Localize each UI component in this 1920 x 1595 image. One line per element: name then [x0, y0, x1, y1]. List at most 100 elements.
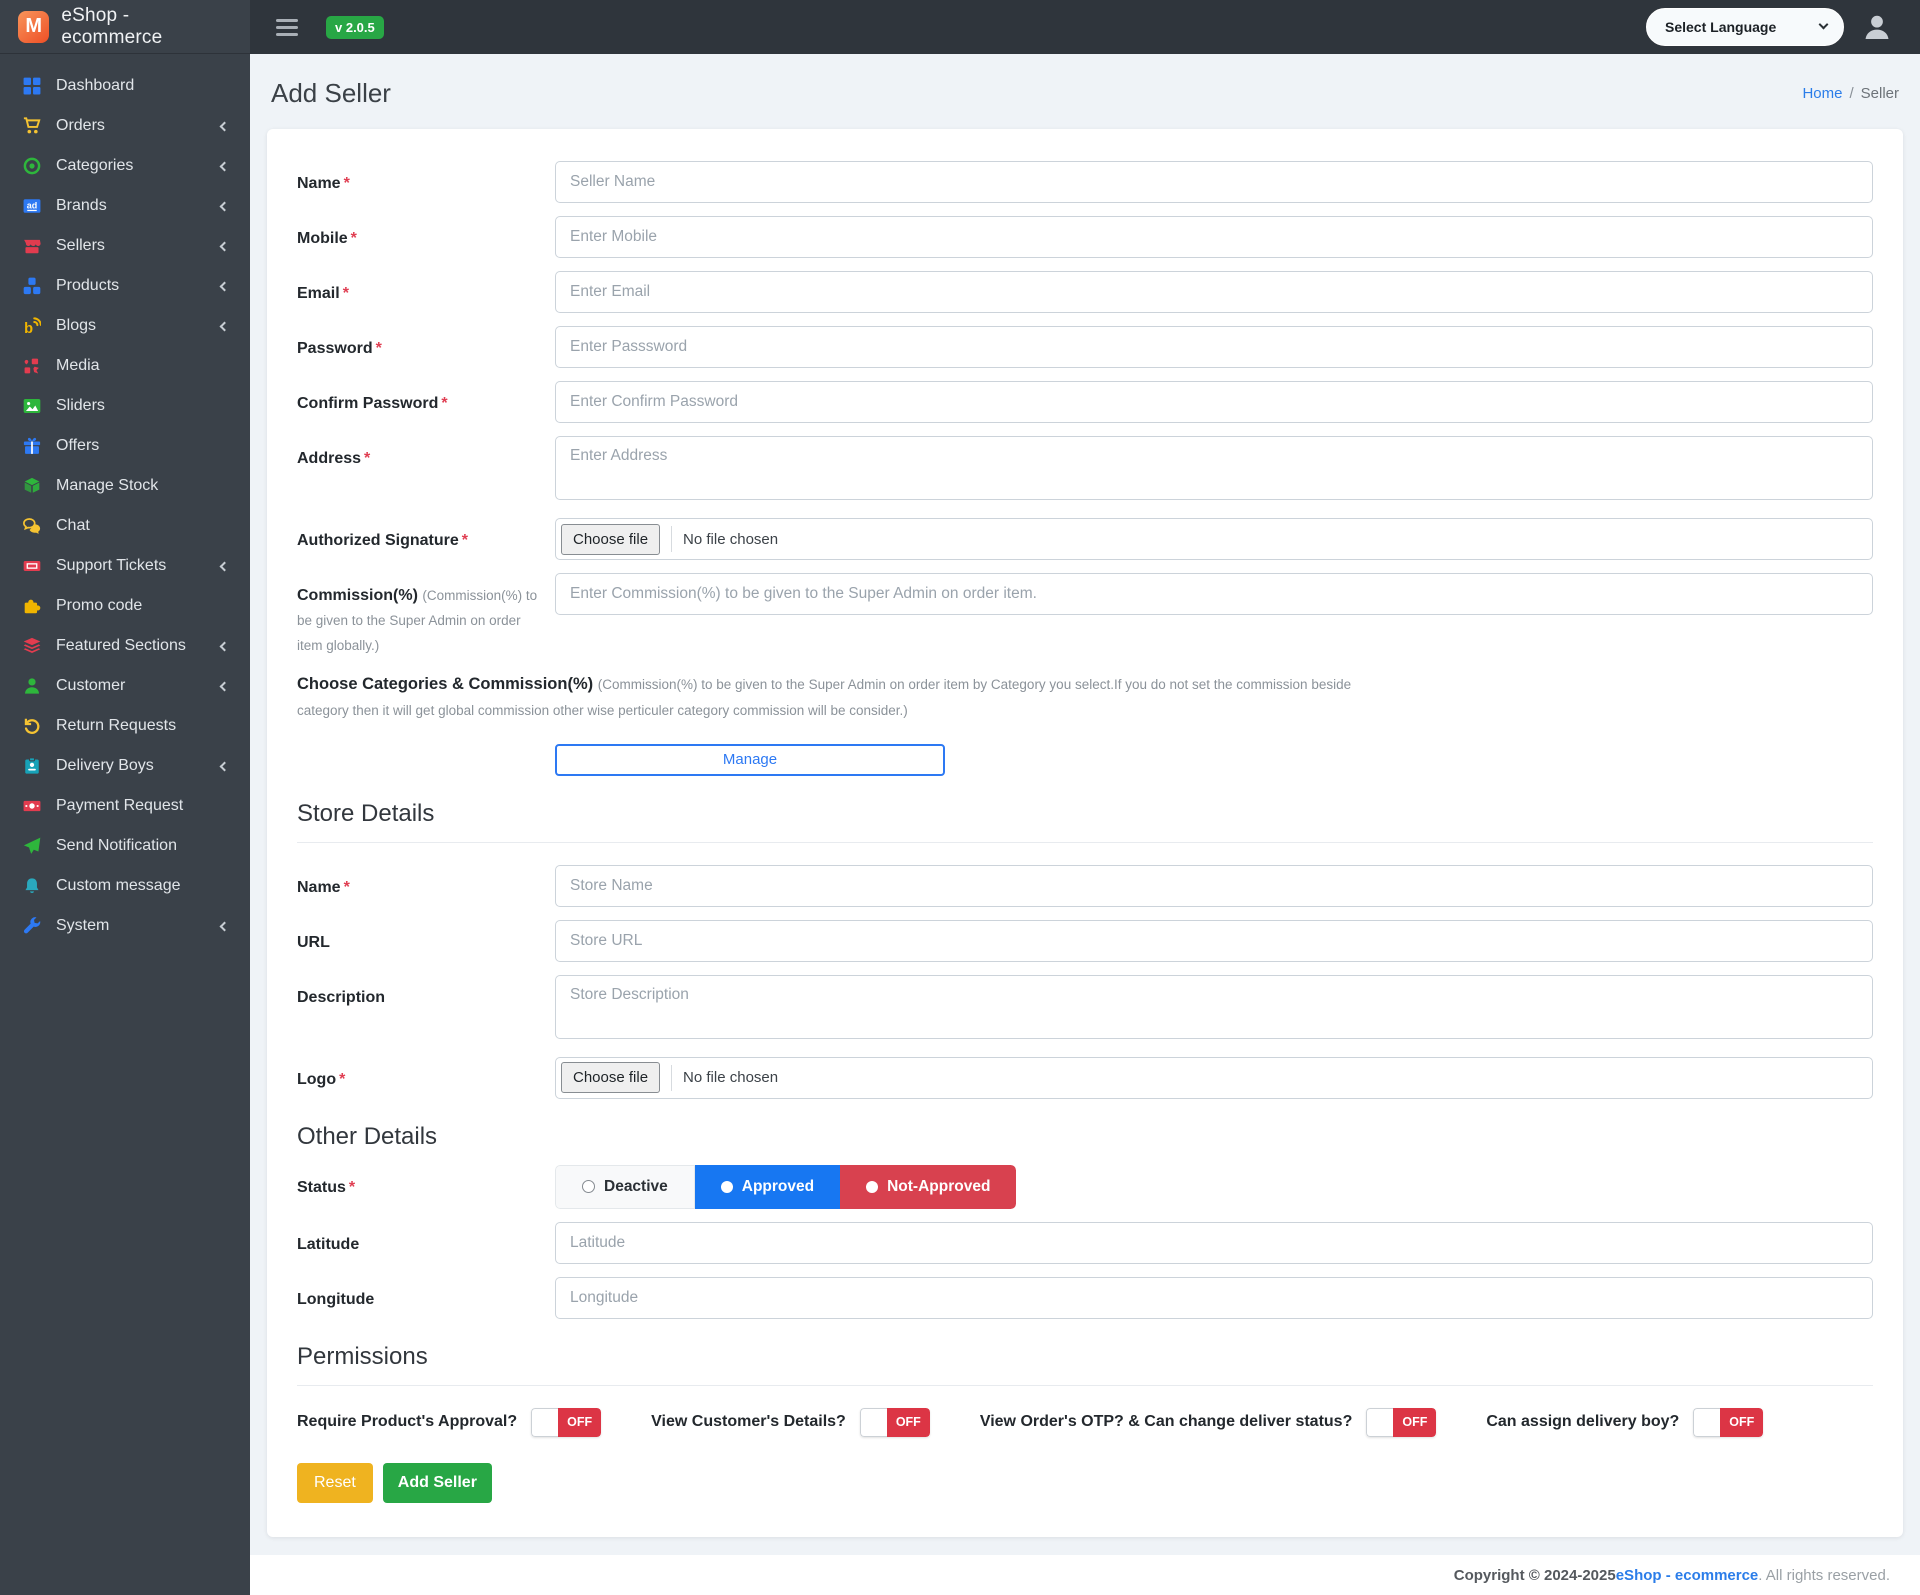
status-option-approved[interactable]: Approved — [694, 1164, 841, 1209]
email-input[interactable] — [555, 271, 1873, 313]
sidebar-item-return-requests[interactable]: Return Requests — [0, 706, 250, 746]
permission-label: View Order's OTP? & Can change deliver s… — [979, 1413, 1353, 1431]
sidebar-item-label: Promo code — [56, 597, 143, 614]
sidebar-item-sellers[interactable]: Sellers — [0, 226, 250, 266]
language-select-wrap: Select Language — [1646, 8, 1844, 46]
user-avatar-icon[interactable] — [1860, 10, 1894, 44]
required-marker: * — [364, 450, 371, 467]
longitude-label: Longitude — [297, 1290, 375, 1308]
form-actions: Reset Add Seller — [297, 1462, 1873, 1503]
address-textarea[interactable] — [555, 436, 1873, 500]
store-url-input[interactable] — [555, 919, 1873, 962]
media-cluster-icon — [22, 357, 42, 375]
store-logo-label: Logo * — [297, 1070, 346, 1088]
store-name-input[interactable] — [555, 864, 1873, 907]
sidebar-item-customer[interactable]: Customer — [0, 666, 250, 706]
chevron-left-icon — [219, 321, 230, 331]
svg-text:b: b — [24, 321, 33, 335]
section-divider — [297, 841, 1873, 843]
sidebar-item-promo-code[interactable]: Promo code — [0, 586, 250, 626]
product-approval-toggle[interactable]: OFF — [531, 1407, 602, 1437]
sidebar-item-brands[interactable]: ad Brands — [0, 186, 250, 226]
add-seller-button[interactable]: Add Seller — [382, 1462, 492, 1503]
sidebar-item-products[interactable]: Products — [0, 266, 250, 306]
sidebar-item-manage-stock[interactable]: Manage Stock — [0, 466, 250, 506]
sidebar-item-system[interactable]: System — [0, 906, 250, 946]
commission-input[interactable] — [555, 573, 1873, 615]
sidebar-item-delivery-boys[interactable]: Delivery Boys — [0, 746, 250, 786]
sidebar-item-blogs[interactable]: b Blogs — [0, 306, 250, 346]
chevron-left-icon — [219, 921, 230, 931]
footer-brand-link[interactable]: eShop - ecommerce — [1616, 1567, 1759, 1584]
seller-name-input[interactable] — [555, 161, 1873, 203]
version-badge: v 2.0.5 — [326, 15, 384, 39]
sidebar-item-chat[interactable]: Chat — [0, 506, 250, 546]
brand-title: eShop - ecommerce — [61, 4, 163, 48]
sidebar-item-label: Dashboard — [56, 77, 135, 94]
permission-customer-details: View Customer's Details? OFF — [651, 1407, 930, 1437]
latitude-label: Latitude — [297, 1235, 360, 1253]
status-option-deactive[interactable]: Deactive — [555, 1164, 695, 1209]
chevron-left-icon — [219, 121, 230, 131]
order-otp-toggle[interactable]: OFF — [1366, 1407, 1437, 1437]
sidebar-item-custom-message[interactable]: Custom message — [0, 866, 250, 906]
latitude-input[interactable] — [555, 1221, 1873, 1264]
undo-arrow-icon — [22, 717, 42, 735]
store-logo-file-input[interactable]: Choose file No file chosen — [555, 1056, 1873, 1099]
toggle-state-label: OFF — [558, 1407, 602, 1437]
permissions-row: Require Product's Approval? OFF View Cus… — [297, 1407, 1873, 1437]
chevron-left-icon — [219, 561, 230, 571]
sidebar-item-payment-request[interactable]: Payment Request — [0, 786, 250, 826]
other-details-heading: Other Details — [297, 1122, 438, 1150]
form-row-store-name: Name * — [297, 864, 1873, 907]
sidebar-item-label: Customer — [56, 677, 126, 694]
box-3d-icon — [22, 477, 42, 495]
chevron-left-icon — [219, 201, 230, 211]
choose-file-button[interactable]: Choose file — [561, 1062, 661, 1094]
toggle-knob — [531, 1407, 559, 1437]
sidebar-item-orders[interactable]: Orders — [0, 106, 250, 146]
svg-text:ad: ad — [27, 201, 38, 211]
sidebar-item-categories[interactable]: Categories — [0, 146, 250, 186]
sidebar-item-label: Featured Sections — [56, 637, 186, 654]
chevron-left-icon — [219, 681, 230, 691]
sidebar-item-support-tickets[interactable]: Support Tickets — [0, 546, 250, 586]
status-option-not-approved[interactable]: Not-Approved — [840, 1164, 1017, 1209]
mobile-input[interactable] — [555, 216, 1873, 258]
sidebar-item-label: Delivery Boys — [56, 757, 154, 774]
required-marker: * — [342, 285, 349, 302]
sidebar-item-sliders[interactable]: Sliders — [0, 386, 250, 426]
chevron-left-icon — [219, 161, 230, 171]
assign-delivery-boy-toggle[interactable]: OFF — [1693, 1407, 1764, 1437]
footer: Copyright © 2024-2025 eShop - ecommerce.… — [250, 1555, 1920, 1595]
sidebar-item-label: Send Notification — [56, 837, 177, 854]
manage-row: Manage — [555, 743, 1873, 776]
form-row-store-url: URL — [297, 919, 1873, 962]
sidebar-item-media[interactable]: Media — [0, 346, 250, 386]
sidebar-item-label: Products — [56, 277, 120, 294]
language-select[interactable]: Select Language — [1646, 8, 1844, 46]
store-description-textarea[interactable] — [555, 974, 1873, 1039]
authorized-signature-file-input[interactable]: Choose file No file chosen — [555, 518, 1873, 560]
section-divider — [297, 1384, 1873, 1386]
form-row-name: Name * — [297, 161, 1873, 203]
hamburger-menu-icon[interactable] — [276, 18, 298, 36]
sidebar-item-featured-sections[interactable]: Featured Sections — [0, 626, 250, 666]
customer-details-toggle[interactable]: OFF — [859, 1407, 930, 1437]
longitude-input[interactable] — [555, 1276, 1873, 1319]
form-row-authorized-signature: Authorized Signature * Choose file No fil… — [297, 518, 1873, 560]
choose-file-button[interactable]: Choose file — [561, 523, 661, 555]
manage-button[interactable]: Manage — [555, 743, 945, 776]
toggle-state-label: OFF — [886, 1407, 930, 1437]
reset-button[interactable]: Reset — [297, 1462, 373, 1503]
brand-link[interactable]: M eShop - ecommerce — [0, 0, 250, 54]
sidebar-item-offers[interactable]: Offers — [0, 426, 250, 466]
sidebar-item-dashboard[interactable]: Dashboard — [0, 66, 250, 106]
sidebar: M eShop - ecommerce Dashboard Orders Cat… — [0, 0, 250, 1595]
sidebar-item-send-notification[interactable]: Send Notification — [0, 826, 250, 866]
password-input[interactable] — [555, 326, 1873, 368]
dashboard-grid-icon — [22, 77, 42, 95]
confirm-password-input[interactable] — [555, 381, 1873, 423]
sidebar-item-label: Media — [56, 357, 100, 374]
breadcrumb-home-link[interactable]: Home — [1802, 85, 1842, 102]
